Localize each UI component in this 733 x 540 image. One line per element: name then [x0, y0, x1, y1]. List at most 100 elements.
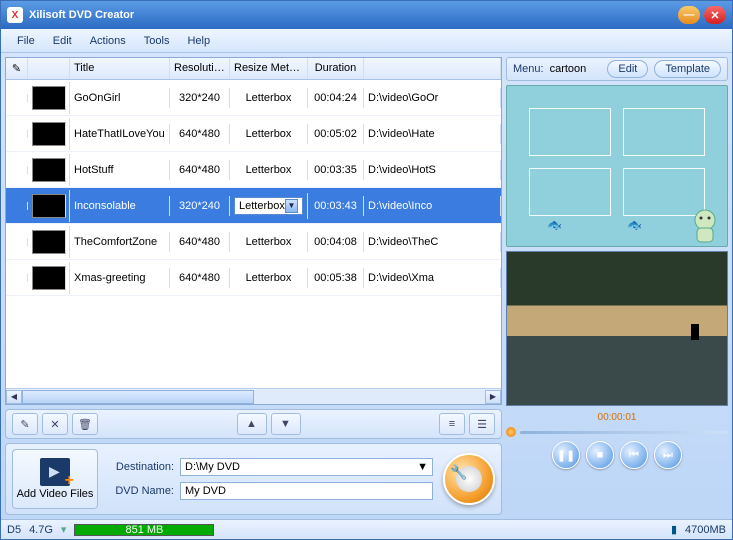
transport-panel: 00:00:01 ❚❚ ■ ⏮ ⏭ [506, 410, 728, 471]
cell-resolution: 640*480 [170, 160, 230, 180]
menu-cell [623, 108, 705, 156]
seek-bar[interactable] [506, 427, 728, 437]
menu-help[interactable]: Help [179, 32, 218, 50]
minimize-button[interactable]: — [678, 6, 700, 24]
seek-knob-icon[interactable] [506, 427, 516, 437]
table-row[interactable]: Xmas-greeting640*480Letterbox00:05:38D:\… [6, 260, 501, 296]
cell-title: HateThatILoveYou [70, 124, 170, 144]
table-row[interactable]: GoOnGirl320*240Letterbox00:04:24D:\video… [6, 80, 501, 116]
scroll-left-icon[interactable]: ◀ [6, 390, 22, 404]
cell-resolution: 320*240 [170, 196, 230, 216]
cell-path: D:\video\Hate [364, 124, 501, 144]
menubar: File Edit Actions Tools Help [1, 29, 732, 53]
move-up-button[interactable]: ▲ [237, 413, 267, 435]
header-edit-icon[interactable]: ✎ [6, 58, 28, 79]
view-details-button[interactable]: ☰ [469, 413, 495, 435]
disc-capacity: 4.7G [29, 524, 53, 536]
add-video-label: Add Video Files [17, 488, 94, 500]
menu-edit-button[interactable]: Edit [607, 60, 648, 78]
close-button[interactable]: ✕ [704, 6, 726, 24]
cell-resize: Letterbox [230, 124, 308, 144]
cell-path: D:\video\HotS [364, 160, 501, 180]
cell-resize: Letterbox [230, 160, 308, 180]
cell-resolution: 640*480 [170, 268, 230, 288]
app-window: X Xilisoft DVD Creator — ✕ File Edit Act… [0, 0, 733, 540]
chevron-down-icon: ▼ [417, 461, 428, 473]
pause-button[interactable]: ❚❚ [552, 441, 580, 469]
menu-preview: 🐟 🐟 [506, 85, 728, 247]
cell-duration: 00:05:02 [308, 124, 364, 144]
app-logo-icon: X [7, 7, 23, 23]
titlebar: X Xilisoft DVD Creator — ✕ [1, 1, 732, 29]
menu-edit[interactable]: Edit [45, 32, 80, 50]
cell-resolution: 640*480 [170, 232, 230, 252]
cell-path: D:\video\GoOr [364, 88, 501, 108]
thumbnail [32, 86, 66, 110]
header-duration[interactable]: Duration [308, 58, 364, 79]
table-row[interactable]: TheComfortZone640*480Letterbox00:04:08D:… [6, 224, 501, 260]
stop-button[interactable]: ■ [586, 441, 614, 469]
destination-label: Destination: [108, 461, 174, 473]
thumbnail [32, 122, 66, 146]
fish-icon: 🐟 [547, 218, 562, 232]
view-list-button[interactable]: ≡ [439, 413, 465, 435]
dvdname-label: DVD Name: [108, 485, 174, 497]
move-down-button[interactable]: ▼ [271, 413, 301, 435]
header-resolution[interactable]: Resolution [170, 58, 230, 79]
cell-resolution: 640*480 [170, 124, 230, 144]
output-panel: Add Video Files Destination: D:\My DVD ▼… [5, 443, 502, 515]
list-toolbar: ✎ ✕ 🗑 ▲ ▼ ≡ ☰ [5, 409, 502, 439]
menu-file[interactable]: File [9, 32, 43, 50]
clear-list-button[interactable]: 🗑 [72, 413, 98, 435]
cell-duration: 00:03:43 [308, 196, 364, 216]
menu-label: Menu: [513, 63, 544, 75]
edit-item-button[interactable]: ✎ [12, 413, 38, 435]
cell-title: Inconsolable [70, 196, 170, 216]
dvd-menu-bar: Menu: cartoon Edit Template [506, 57, 728, 81]
thumbnail [32, 230, 66, 254]
thumbnail [32, 194, 66, 218]
timecode: 00:00:01 [598, 412, 637, 423]
scroll-right-icon[interactable]: ▶ [485, 390, 501, 404]
character-icon [685, 204, 725, 244]
menu-cell [529, 108, 611, 156]
prev-button[interactable]: ⏮ [620, 441, 648, 469]
cell-title: HotStuff [70, 160, 170, 180]
dvdname-input[interactable]: My DVD [180, 482, 433, 500]
thumbnail [32, 158, 66, 182]
add-video-icon [40, 458, 70, 486]
file-table: ✎ Title Resolution Resize Method Duratio… [5, 57, 502, 405]
table-row[interactable]: HotStuff640*480Letterbox00:03:35D:\video… [6, 152, 501, 188]
menu-cell [529, 168, 611, 216]
header-resize[interactable]: Resize Method [230, 58, 308, 79]
h-scrollbar[interactable]: ◀ ▶ [6, 388, 501, 404]
cell-title: GoOnGirl [70, 88, 170, 108]
menu-tools[interactable]: Tools [136, 32, 178, 50]
add-video-button[interactable]: Add Video Files [12, 449, 98, 509]
cell-title: Xmas-greeting [70, 268, 170, 288]
table-row[interactable]: HateThatILoveYou640*480Letterbox00:05:02… [6, 116, 501, 152]
resize-dropdown[interactable]: Letterbox▼ [234, 197, 303, 215]
fish-icon: 🐟 [627, 218, 642, 232]
remove-item-button[interactable]: ✕ [42, 413, 68, 435]
destination-dropdown[interactable]: D:\My DVD ▼ [180, 458, 433, 476]
cell-path: D:\video\Xma [364, 268, 501, 288]
thumbnail [32, 266, 66, 290]
header-title[interactable]: Title [70, 58, 170, 79]
burn-button[interactable] [443, 453, 495, 505]
menu-name: cartoon [550, 63, 587, 75]
cell-resize: Letterbox [230, 232, 308, 252]
menu-actions[interactable]: Actions [82, 32, 134, 50]
table-header: ✎ Title Resolution Resize Method Duratio… [6, 58, 501, 80]
table-row[interactable]: Inconsolable320*240Letterbox▼ 00:03:43D:\… [6, 188, 501, 224]
cell-resize: Letterbox [230, 268, 308, 288]
cell-duration: 00:04:08 [308, 232, 364, 252]
next-button[interactable]: ⏭ [654, 441, 682, 469]
app-title: Xilisoft DVD Creator [29, 9, 134, 21]
cell-path: D:\video\Inco [364, 196, 501, 216]
cell-title: TheComfortZone [70, 232, 170, 252]
menu-template-button[interactable]: Template [654, 60, 721, 78]
cell-duration: 00:05:38 [308, 268, 364, 288]
cell-duration: 00:03:35 [308, 160, 364, 180]
cell-resize: Letterbox [230, 88, 308, 108]
